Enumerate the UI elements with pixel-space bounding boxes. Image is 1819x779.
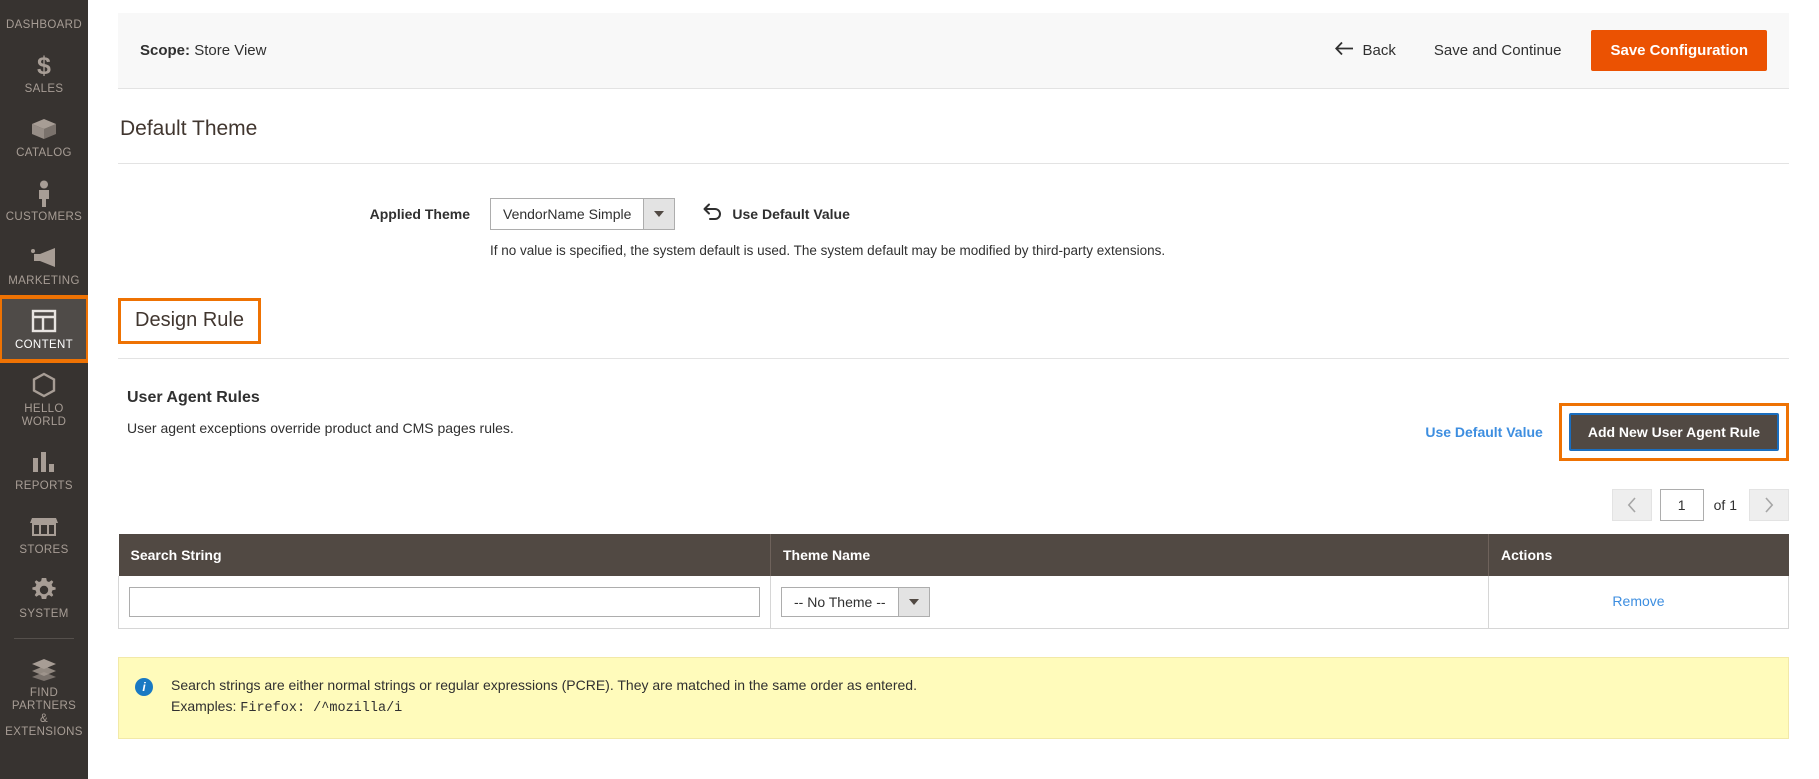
sidebar-item-label: FIND PARTNERS & EXTENSIONS xyxy=(5,687,83,738)
bricks-icon xyxy=(2,654,86,684)
search-string-notice: i Search strings are either normal strin… xyxy=(118,657,1789,739)
sidebar-item-label: CONTENT xyxy=(14,339,74,351)
save-and-continue-button[interactable]: Save and Continue xyxy=(1414,32,1582,69)
theme-name-selected-value: -- No Theme -- xyxy=(794,594,886,610)
box-icon xyxy=(2,114,86,144)
page-actions-bar: Scope: Store View Back Save and Continue… xyxy=(118,13,1789,89)
sidebar-item-reports[interactable]: REPORTS xyxy=(0,438,88,502)
admin-page: DASHBOARD $ SALES CATALOG CUSTOMERS MARK… xyxy=(0,0,1819,779)
add-rule-highlight: Add New User Agent Rule xyxy=(1558,403,1789,461)
back-button[interactable]: Back xyxy=(1317,31,1414,70)
sidebar-item-label: MARKETING xyxy=(8,275,80,287)
sidebar-divider xyxy=(14,638,74,639)
person-icon xyxy=(2,178,86,208)
sidebar-item-system[interactable]: SYSTEM xyxy=(0,566,88,630)
sidebar-item-label: REPORTS xyxy=(15,480,73,492)
gear-icon xyxy=(2,575,86,605)
column-header-actions: Actions xyxy=(1488,534,1789,576)
page-total-label: of 1 xyxy=(1713,497,1737,513)
notice-line-1: Search strings are either normal strings… xyxy=(171,677,917,693)
storefront-icon xyxy=(2,511,86,541)
column-header-search-string: Search String xyxy=(118,534,771,576)
sidebar-item-label: STORES xyxy=(19,544,69,556)
theme-name-select[interactable]: -- No Theme -- xyxy=(781,587,930,617)
arrow-left-icon xyxy=(1334,41,1354,60)
sidebar-item-sales[interactable]: $ SALES xyxy=(0,41,88,105)
svg-text:$: $ xyxy=(37,52,51,79)
applied-theme-field-row: Applied Theme VendorName Simple Use Defa xyxy=(118,164,1789,230)
chevron-left-icon[interactable] xyxy=(1611,489,1652,521)
use-default-value-label: Use Default Value xyxy=(732,206,850,222)
notice-example-value: Firefox: /^mozilla/i xyxy=(240,701,403,716)
search-string-input[interactable] xyxy=(129,587,760,617)
chevron-down-icon[interactable] xyxy=(643,199,675,229)
sidebar-item-label: CATALOG xyxy=(16,147,72,159)
user-agent-rules-text: User Agent Rules User agent exceptions o… xyxy=(118,389,514,436)
table-row: -- No Theme -- Remove xyxy=(118,576,1789,629)
default-theme-section-title: Default Theme xyxy=(118,89,1789,164)
design-rule-section: Design Rule xyxy=(118,258,1789,359)
bar-chart-icon xyxy=(2,447,86,477)
back-button-label: Back xyxy=(1362,42,1396,59)
cell-theme-name: -- No Theme -- xyxy=(770,576,1489,629)
sidebar-item-hello-world[interactable]: HELLO WORLD xyxy=(0,361,88,438)
info-icon: i xyxy=(135,678,153,696)
applied-theme-selected-value: VendorName Simple xyxy=(503,206,632,222)
primary-sidebar: DASHBOARD $ SALES CATALOG CUSTOMERS MARK… xyxy=(0,0,88,779)
notice-line-2: Examples: Firefox: /^mozilla/i xyxy=(171,696,917,719)
settings-body: Default Theme Applied Theme VendorName S… xyxy=(88,89,1819,739)
sidebar-item-label: DASHBOARD xyxy=(6,19,82,31)
scope-indicator: Scope: Store View xyxy=(140,42,266,59)
save-configuration-button[interactable]: Save Configuration xyxy=(1591,30,1767,71)
user-agent-rules-grid: Search String Theme Name Actions -- No T… xyxy=(118,534,1789,629)
sidebar-item-content[interactable]: CONTENT xyxy=(0,295,88,363)
user-agent-rules-title: User Agent Rules xyxy=(127,389,260,406)
applied-theme-note: If no value is specified, the system def… xyxy=(490,243,1166,258)
chevron-right-icon[interactable] xyxy=(1749,489,1789,521)
remove-rule-link[interactable]: Remove xyxy=(1612,593,1664,609)
grid-pager: of 1 xyxy=(118,461,1789,534)
user-agent-rules-actions: Use Default Value Add New User Agent Rul… xyxy=(1425,389,1789,461)
page-actions-buttons: Back Save and Continue Save Configuratio… xyxy=(1317,30,1767,71)
design-rule-highlight: Design Rule xyxy=(118,298,261,344)
grid-body: -- No Theme -- Remove xyxy=(118,576,1789,629)
main-content: Scope: Store View Back Save and Continue… xyxy=(88,0,1819,779)
hexagon-icon xyxy=(2,370,86,400)
notice-text: Search strings are either normal strings… xyxy=(171,675,917,719)
sidebar-item-dashboard[interactable]: DASHBOARD xyxy=(0,0,88,41)
sidebar-item-stores[interactable]: STORES xyxy=(0,502,88,566)
dashboard-icon xyxy=(2,0,86,16)
sidebar-item-catalog[interactable]: CATALOG xyxy=(0,105,88,169)
undo-arrow-icon xyxy=(703,203,723,225)
sidebar-item-label: SALES xyxy=(24,83,64,95)
column-header-theme-name: Theme Name xyxy=(770,534,1489,576)
sidebar-item-customers[interactable]: CUSTOMERS xyxy=(0,169,88,233)
sidebar-item-label: CUSTOMERS xyxy=(5,211,83,223)
use-default-value-toggle-theme[interactable]: Use Default Value xyxy=(703,203,850,225)
use-default-value-link-rules[interactable]: Use Default Value xyxy=(1425,424,1543,440)
notice-examples-prefix: Examples: xyxy=(171,698,241,714)
chevron-down-icon[interactable] xyxy=(897,588,929,616)
applied-theme-label: Applied Theme xyxy=(369,206,470,222)
sidebar-item-find-partners-extensions[interactable]: FIND PARTNERS & EXTENSIONS xyxy=(0,645,88,748)
dollar-icon: $ xyxy=(2,50,86,80)
cell-search-string xyxy=(118,576,771,629)
grid-header-row: Search String Theme Name Actions xyxy=(118,534,1789,576)
sidebar-item-label: SYSTEM xyxy=(19,608,69,620)
page-number-input[interactable] xyxy=(1659,489,1704,521)
grid-header: Search String Theme Name Actions xyxy=(118,534,1789,576)
design-rule-title: Design Rule xyxy=(135,309,244,331)
sidebar-item-marketing[interactable]: MARKETING xyxy=(0,233,88,297)
user-agent-rules-header: User Agent Rules User agent exceptions o… xyxy=(118,359,1789,461)
layout-icon xyxy=(2,306,86,336)
scope-value: Store View xyxy=(194,42,267,59)
cell-actions: Remove xyxy=(1488,576,1789,629)
megaphone-icon xyxy=(2,242,86,272)
sidebar-item-label: HELLO WORLD xyxy=(21,403,67,428)
applied-theme-select[interactable]: VendorName Simple xyxy=(490,198,676,230)
add-new-user-agent-rule-button[interactable]: Add New User Agent Rule xyxy=(1568,413,1779,451)
user-agent-rules-description: User agent exceptions override product a… xyxy=(127,420,514,436)
scope-label: Scope: xyxy=(140,42,191,59)
